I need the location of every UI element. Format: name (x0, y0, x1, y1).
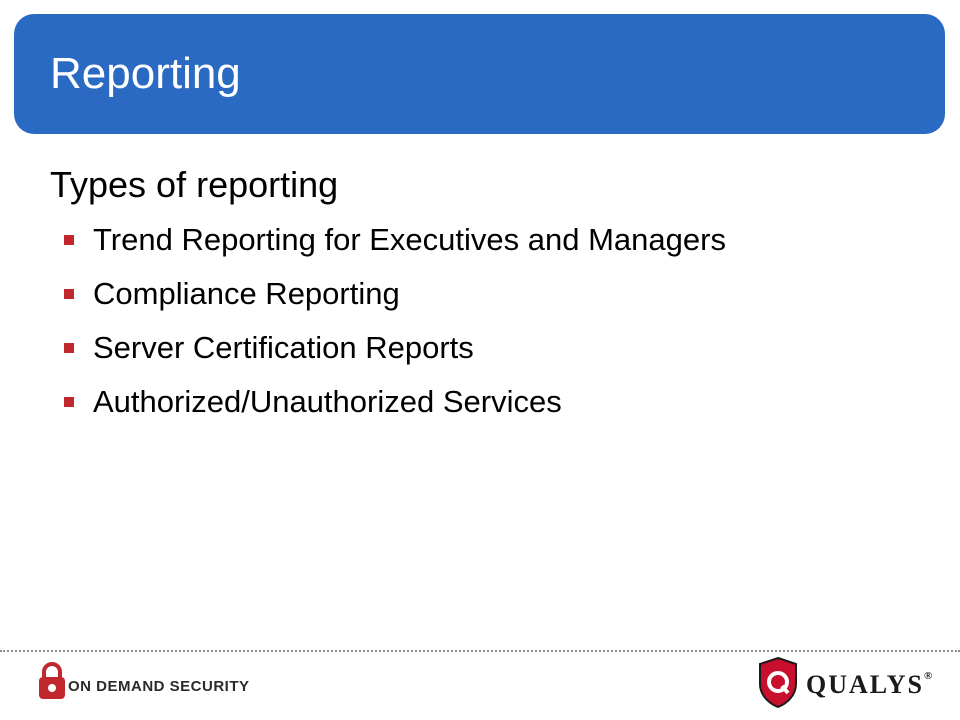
bullet-item: Server Certification Reports (64, 328, 726, 382)
qualys-logo: QUALYS® (758, 656, 938, 712)
square-bullet-icon (64, 289, 74, 299)
square-bullet-icon (64, 397, 74, 407)
bullet-item: Compliance Reporting (64, 274, 726, 328)
shield-q-logo-icon (759, 656, 797, 708)
bullet-label: Compliance Reporting (93, 276, 400, 311)
square-bullet-icon (64, 343, 74, 353)
qualys-wordmark: QUALYS® (806, 670, 932, 700)
bullet-label: Server Certification Reports (93, 330, 474, 365)
bullet-item: Authorized/Unauthorized Services (64, 382, 726, 436)
bullet-label: Authorized/Unauthorized Services (93, 384, 562, 419)
registered-mark: ® (923, 670, 933, 682)
slide-title: Reporting (50, 49, 241, 98)
padlock-logo-icon (39, 662, 65, 699)
footer-divider (0, 650, 960, 652)
bullet-item: Trend Reporting for Executives and Manag… (64, 220, 726, 274)
on-demand-security-text: ON DEMAND SECURITY (68, 678, 250, 695)
on-demand-security-logo: ON DEMAND SECURITY (38, 662, 249, 704)
bullet-label: Trend Reporting for Executives and Manag… (93, 222, 726, 257)
bullet-list: Trend Reporting for Executives and Manag… (64, 220, 726, 436)
subheading: Types of reporting (50, 164, 339, 205)
title-bar: Reporting (14, 14, 945, 134)
qualys-wordmark-text: QUALYS (806, 670, 924, 699)
square-bullet-icon (64, 235, 74, 245)
